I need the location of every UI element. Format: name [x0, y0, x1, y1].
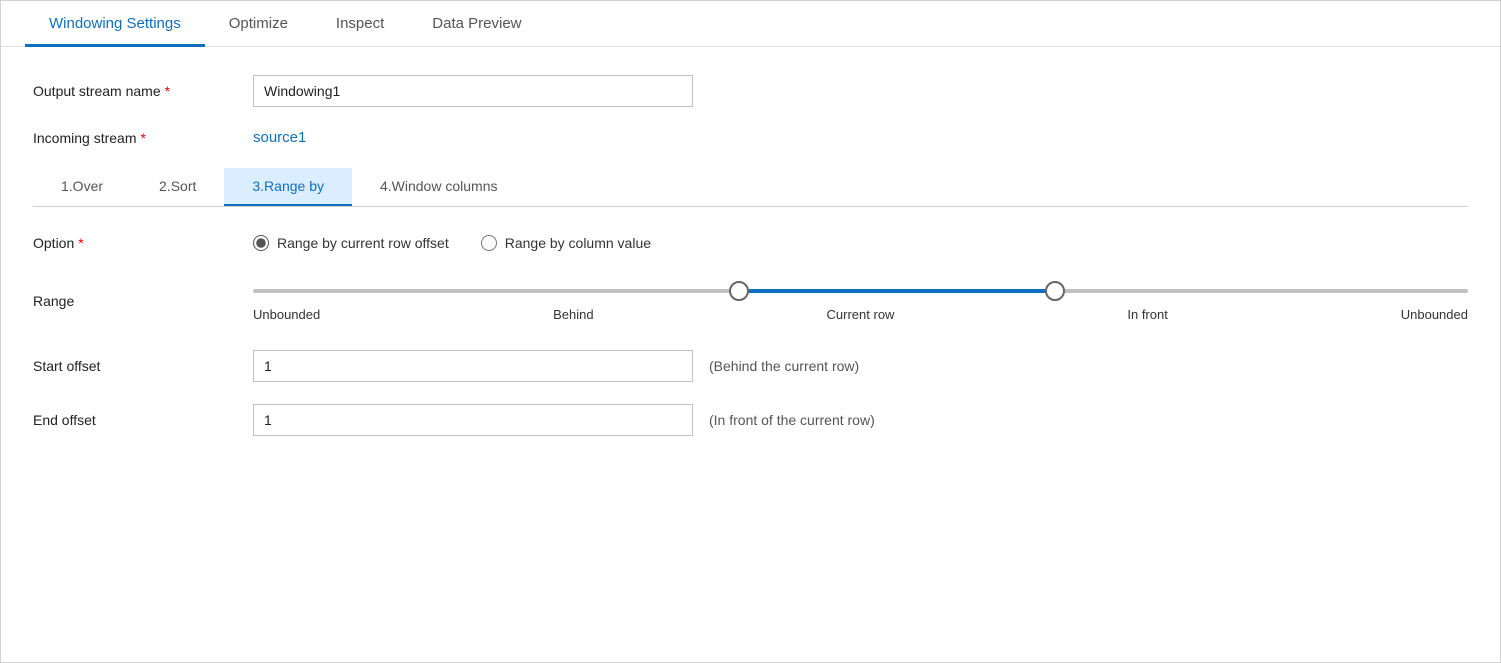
- start-offset-hint: (Behind the current row): [709, 358, 859, 374]
- output-stream-row: Output stream name *: [33, 75, 1468, 107]
- output-stream-label: Output stream name *: [33, 83, 253, 99]
- slider-labels: Unbounded Behind Current row In front Un…: [253, 307, 1468, 322]
- output-stream-input[interactable]: [253, 75, 693, 107]
- slider-track-fill: [739, 289, 1055, 293]
- option-row: Option * Range by current row offset Ran…: [33, 235, 1468, 251]
- sub-tab-sort[interactable]: 2.Sort: [131, 168, 224, 206]
- start-offset-input[interactable]: [253, 350, 693, 382]
- tab-bar: Windowing Settings Optimize Inspect Data…: [1, 1, 1500, 47]
- end-offset-row: End offset (In front of the current row): [33, 404, 1468, 436]
- range-section: Range Unbounded Behind Current row In fr…: [33, 279, 1468, 322]
- sub-tab-over[interactable]: 1.Over: [33, 168, 131, 206]
- content-area: Output stream name * Incoming stream * s…: [1, 47, 1500, 662]
- main-window: Windowing Settings Optimize Inspect Data…: [0, 0, 1501, 663]
- slider-thumb-end[interactable]: [1045, 281, 1065, 301]
- radio-range-offset-input[interactable]: [253, 235, 269, 251]
- radio-range-column[interactable]: Range by column value: [481, 235, 651, 251]
- tab-windowing-settings[interactable]: Windowing Settings: [25, 1, 205, 47]
- tab-optimize[interactable]: Optimize: [205, 1, 312, 47]
- tab-inspect[interactable]: Inspect: [312, 1, 408, 47]
- incoming-stream-link[interactable]: source1: [253, 129, 306, 146]
- end-offset-hint: (In front of the current row): [709, 412, 875, 428]
- start-offset-row: Start offset (Behind the current row): [33, 350, 1468, 382]
- radio-range-column-input[interactable]: [481, 235, 497, 251]
- slider-container: Unbounded Behind Current row In front Un…: [253, 279, 1468, 322]
- start-offset-label: Start offset: [33, 358, 253, 374]
- slider-track-wrapper: [253, 279, 1468, 303]
- range-label: Range: [33, 293, 253, 309]
- option-label: Option *: [33, 235, 253, 251]
- sub-tab-range-by[interactable]: 3.Range by: [224, 168, 352, 206]
- range-row: Range Unbounded Behind Current row In fr…: [33, 279, 1468, 322]
- end-offset-input[interactable]: [253, 404, 693, 436]
- tab-data-preview[interactable]: Data Preview: [408, 1, 545, 47]
- incoming-stream-row: Incoming stream * source1: [33, 129, 1468, 146]
- end-offset-label: End offset: [33, 412, 253, 428]
- sub-tab-bar: 1.Over 2.Sort 3.Range by 4.Window column…: [33, 168, 1468, 207]
- slider-thumb-start[interactable]: [729, 281, 749, 301]
- radio-range-offset[interactable]: Range by current row offset: [253, 235, 449, 251]
- incoming-stream-label: Incoming stream *: [33, 130, 253, 146]
- sub-tab-window-columns[interactable]: 4.Window columns: [352, 168, 526, 206]
- radio-group: Range by current row offset Range by col…: [253, 235, 651, 251]
